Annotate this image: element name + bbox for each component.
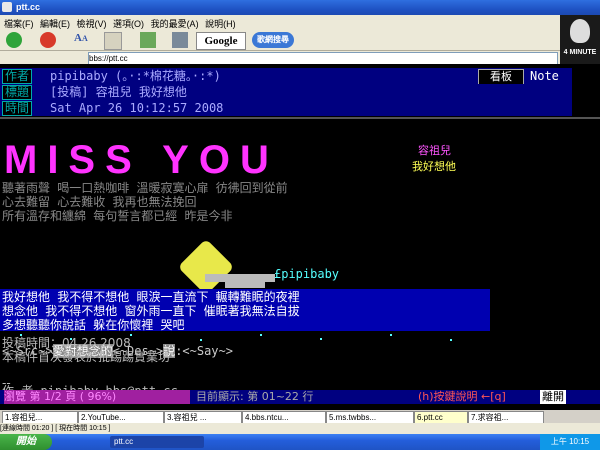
app-icon: [2, 2, 12, 12]
lyric-line-6: 多想聽聽你說話 躲在你懷裡 哭吧: [2, 318, 185, 332]
divider: [0, 117, 600, 119]
taskbar-item[interactable]: ptt.cc: [110, 436, 204, 448]
menu-help[interactable]: 說明(H): [205, 17, 236, 30]
edit-icon[interactable]: [104, 32, 122, 50]
lyric-line-3: 所有溫存和纏綿 每句誓言都已經 昨是今非: [2, 209, 233, 223]
star: [260, 334, 262, 336]
taskbar: 開始 ptt.cc 上午 10:15: [0, 434, 600, 450]
star: [200, 339, 202, 341]
menu-view[interactable]: 檢視(V): [77, 17, 107, 30]
terminal-status-bar: 瀏覽 第 1/2 頁 ( 96%) 目前顯示: 第 01~22 行 (h)按鍵說…: [0, 390, 600, 404]
settings-icon[interactable]: [172, 32, 188, 48]
start-button[interactable]: 開始: [0, 434, 52, 450]
window-title-bar: ptt.cc: [0, 0, 600, 15]
connect-icon[interactable]: [6, 32, 22, 48]
brand-text: 4 MINUTE: [563, 49, 597, 56]
author-label: 作者: [2, 69, 33, 84]
menu-edit[interactable]: 編輯(E): [40, 17, 70, 30]
lyric-line-1: 聽著雨聲 喝一口熱咖啡 溫暖寂寞心扉 彷彿回到從前: [2, 181, 288, 195]
line-range: 目前顯示: 第 01~22 行: [196, 390, 314, 403]
disconnect-icon[interactable]: [40, 32, 56, 48]
brand-logo: 4 MINUTE: [560, 15, 600, 64]
star: [450, 339, 452, 341]
song-name: 我好想他: [412, 160, 456, 173]
star: [390, 334, 392, 336]
status-line: [連線時間 01:20 ] [ 現在時間 10:15 ]: [0, 423, 600, 434]
menu-bar: 檔案(F) 編輯(E) 檢視(V) 選項(O) 我的最愛(A) 說明(H): [0, 15, 560, 30]
miss-you-art: MISS YOU: [4, 138, 279, 182]
lyric-line-4: 我好想他 我不得不想他 眼淚一直流下 輾轉難眠的夜裡: [2, 290, 300, 304]
address-bar: bbs://ptt.cc: [0, 51, 560, 65]
google-button[interactable]: Google: [196, 32, 246, 50]
window-title: ptt.cc: [16, 2, 41, 12]
bookmark-icon[interactable]: [140, 32, 156, 48]
nav-say-tag[interactable]: :<~Say~>: [175, 344, 233, 358]
connection-tabs: 1.容祖兒... 2.YouTube... 3.容祖兒 ... 4.bbs.nt…: [0, 410, 600, 424]
board-name: Note: [530, 69, 559, 83]
avatar: [570, 19, 590, 43]
time-value: Sat Apr 26 10:12:57 2008: [50, 101, 224, 115]
font-icon[interactable]: AA: [74, 32, 90, 48]
cloud-art: [225, 282, 265, 288]
toolbar: AA Google 歌網搜尋: [0, 30, 560, 51]
star: [320, 338, 322, 340]
help-hint: (h)按鍵說明 ←[q]: [418, 390, 506, 403]
header-title-row: 標題 [投稿] 容祖兒 我好想他: [0, 84, 572, 100]
signature: £pipibaby: [274, 267, 340, 281]
menu-file[interactable]: 檔案(F): [4, 17, 34, 30]
leave-button[interactable]: 離開: [540, 390, 566, 404]
web-search-button[interactable]: 歌網搜尋: [252, 32, 294, 48]
cloud-art: [205, 274, 275, 282]
menu-favorites[interactable]: 我的最愛(A): [151, 17, 199, 30]
title-value: [投稿] 容祖兒 我好想他: [50, 85, 187, 99]
meta-time: 投稿時間：04.26.2008: [2, 336, 131, 350]
time-label: 時間: [2, 101, 33, 116]
lyric-line-5: 想念他 我不得不想他 窗外雨一直下 催眠著我無法自拔: [2, 304, 300, 318]
meta-note: 本稿件首次發表於批踢踢實業坊: [2, 350, 171, 364]
board-button[interactable]: 看板: [478, 69, 524, 85]
header-time-row: 時間 Sat Apr 26 10:12:57 2008: [0, 100, 572, 116]
author-value: pipibaby (。·:*棉花糖。·:*): [50, 69, 221, 83]
menu-options[interactable]: 選項(O): [113, 17, 144, 30]
header-author-row: 作者 pipibaby (。·:*棉花糖。·:*) 看板 Note: [0, 68, 572, 85]
meta-sep: --: [2, 376, 11, 390]
artist-name: 容祖兒: [418, 144, 451, 157]
lyric-line-2: 心去難留 心去難收 我再也無法挽回: [2, 195, 197, 209]
page-progress: 瀏覽 第 1/2 頁 ( 96%): [4, 390, 190, 404]
title-label: 標題: [2, 85, 33, 100]
clock: 上午 10:15: [540, 434, 600, 450]
